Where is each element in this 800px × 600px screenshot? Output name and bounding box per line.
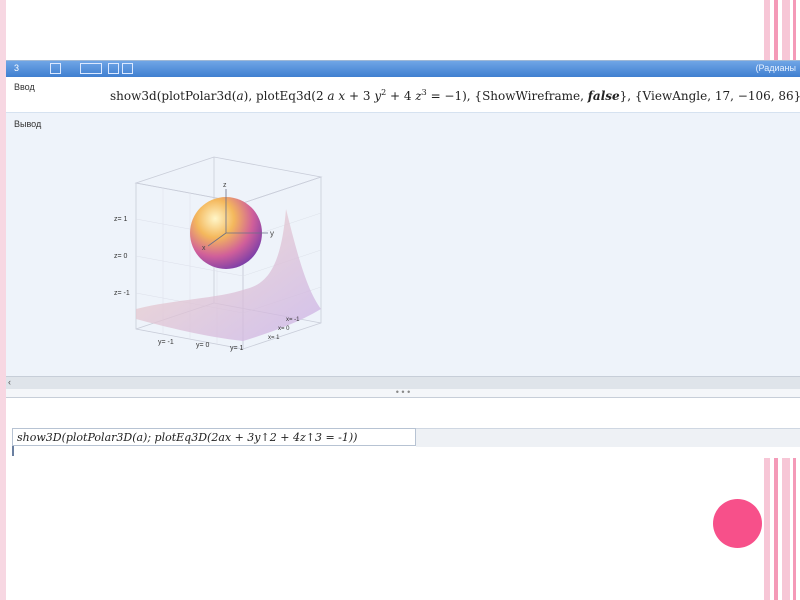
command-pane: show3D(plotPolar3D(a); plotEq3D(2ax + 3y… xyxy=(6,397,800,458)
cell-toolbar: 3 (Радианы xyxy=(6,61,800,77)
slide-stripes-bottom xyxy=(760,456,800,600)
input-caret xyxy=(12,446,14,456)
list-icon[interactable] xyxy=(108,63,119,74)
y-tick-label: y= 1 xyxy=(230,345,244,352)
y-tick-label: y= 0 xyxy=(196,342,210,349)
output-label: Вывод xyxy=(14,119,42,129)
input-row[interactable]: Ввод show3d(plotPolar3d(a), plotEq3d(2 a… xyxy=(6,78,800,113)
cell-number: 3 xyxy=(14,63,20,73)
command-input-extension[interactable] xyxy=(416,428,800,447)
app-window: 3 (Радианы Ввод show3d(plotPolar3d(a), p… xyxy=(6,60,800,458)
z-tick-label: z= 1 xyxy=(114,216,128,223)
z-tick-label: z= 0 xyxy=(114,253,128,260)
scroll-left-icon[interactable]: ‹ xyxy=(8,377,11,387)
grid-icon[interactable] xyxy=(50,63,61,74)
axis-x-label: x xyxy=(202,245,206,252)
pane-splitter[interactable]: • • • xyxy=(6,388,800,397)
input-label: Ввод xyxy=(14,82,35,92)
trash-icon[interactable] xyxy=(122,63,133,74)
x-tick-label: x= 1 xyxy=(268,335,280,341)
slide-stripes-top xyxy=(760,0,800,62)
input-formula[interactable]: show3d(plotPolar3d(a), plotEq3d(2 a x + … xyxy=(110,88,800,103)
output-area: Вывод z y x z= 1 z= 0 z= -1 y= -1 y= 0 y… xyxy=(6,113,800,376)
angle-mode-label[interactable]: (Радианы xyxy=(756,63,796,73)
y-tick-label: y= -1 xyxy=(158,339,174,346)
keyboard-icon[interactable] xyxy=(80,63,102,74)
x-tick-label: x= -1 xyxy=(286,317,300,323)
x-tick-label: x= 0 xyxy=(278,326,290,332)
z-tick-label: z= -1 xyxy=(114,290,130,297)
plot-3d[interactable]: z y x z= 1 z= 0 z= -1 y= -1 y= 0 y= 1 x=… xyxy=(106,149,336,369)
decorative-circle xyxy=(713,499,762,548)
command-input[interactable]: show3D(plotPolar3D(a); plotEq3D(2ax + 3y… xyxy=(12,428,416,446)
axis-z-label: z xyxy=(223,182,227,189)
axis-y-label: y xyxy=(270,229,274,238)
